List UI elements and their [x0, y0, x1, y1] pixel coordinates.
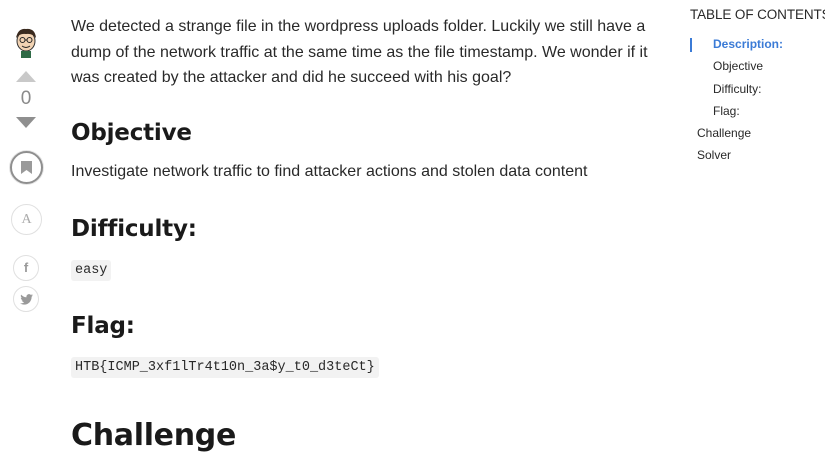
upvote-arrow-icon[interactable]	[16, 71, 36, 82]
bookmark-icon	[21, 161, 32, 174]
objective-text: Investigate network traffic to find atta…	[71, 163, 588, 180]
objective-heading: Objective	[71, 120, 192, 146]
toc-item-challenge[interactable]: Challenge	[697, 126, 751, 140]
toc-item-solver[interactable]: Solver	[697, 148, 731, 162]
description-paragraph: We detected a strange file in the wordpr…	[71, 18, 648, 86]
flag-heading: Flag:	[71, 313, 135, 339]
toc-item-flag[interactable]: Flag:	[713, 104, 740, 118]
toc-active-indicator	[690, 38, 692, 52]
toc-item-difficulty[interactable]: Difficulty:	[713, 82, 761, 96]
toc-item-objective[interactable]: Objective	[713, 59, 763, 73]
flag-code: HTB{ICMP_3xf1lTr4t10n_3a$y_t0_d3teCt}	[71, 357, 379, 378]
downvote-arrow-icon[interactable]	[16, 117, 36, 128]
author-avatar[interactable]	[12, 26, 40, 58]
toc-title: TABLE OF CONTENTS	[690, 7, 825, 22]
difficulty-code: easy	[71, 260, 112, 281]
twitter-share-icon[interactable]	[13, 286, 39, 312]
challenge-heading: Challenge	[71, 418, 237, 453]
bookmark-button[interactable]	[10, 151, 43, 184]
difficulty-heading: Difficulty:	[71, 216, 197, 242]
action-rail: 0 A f	[0, 0, 54, 453]
toc-item-description[interactable]: Description:	[713, 37, 783, 51]
vote-count: 0	[20, 88, 32, 109]
facebook-share-icon[interactable]: f	[13, 255, 39, 281]
font-size-button[interactable]: A	[11, 204, 42, 235]
